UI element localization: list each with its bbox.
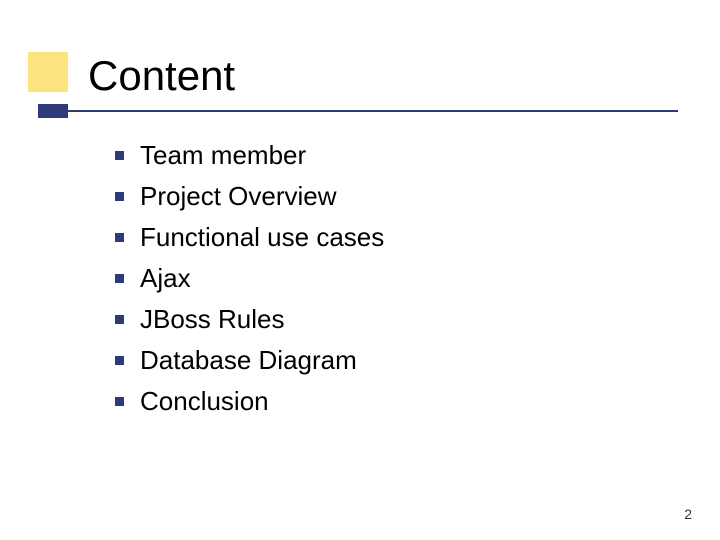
- list-item-text: Project Overview: [140, 181, 337, 212]
- page-number: 2: [684, 506, 692, 522]
- list-item: JBoss Rules: [115, 304, 384, 335]
- list-item: Functional use cases: [115, 222, 384, 253]
- bullet-icon: [115, 397, 124, 406]
- list-item: Conclusion: [115, 386, 384, 417]
- bullet-icon: [115, 315, 124, 324]
- bullet-icon: [115, 356, 124, 365]
- bullet-icon: [115, 233, 124, 242]
- title-underline: [38, 110, 678, 112]
- bullet-icon: [115, 192, 124, 201]
- list-item-text: Team member: [140, 140, 306, 171]
- list-item-text: Database Diagram: [140, 345, 357, 376]
- list-item: Project Overview: [115, 181, 384, 212]
- title-accent-box: [28, 52, 68, 92]
- list-item-text: Functional use cases: [140, 222, 384, 253]
- bullet-icon: [115, 151, 124, 160]
- list-item: Team member: [115, 140, 384, 171]
- list-item: Ajax: [115, 263, 384, 294]
- list-item: Database Diagram: [115, 345, 384, 376]
- list-item-text: Ajax: [140, 263, 191, 294]
- bullet-icon: [115, 274, 124, 283]
- list-item-text: JBoss Rules: [140, 304, 285, 335]
- content-list: Team member Project Overview Functional …: [115, 140, 384, 427]
- slide-title: Content: [88, 52, 235, 100]
- list-item-text: Conclusion: [140, 386, 269, 417]
